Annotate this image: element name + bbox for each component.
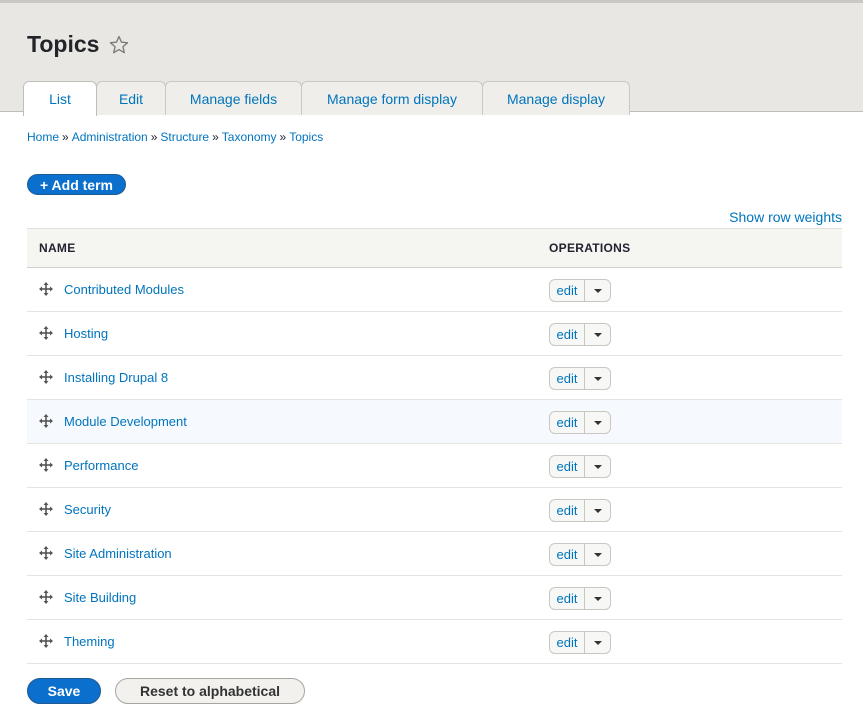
caret-down-icon [593,376,602,381]
breadcrumb: Home» Administration» Structure» Taxonomy» T… [27,130,323,144]
tab-manage-display[interactable]: Manage display [482,81,630,115]
breadcrumb-separator: » [150,130,158,144]
tab-edit-label: Edit [118,90,144,107]
operations-toggle[interactable] [585,500,610,521]
operations-toggle[interactable] [585,632,610,653]
table-row: Site Building edit [27,576,842,620]
drag-handle-icon[interactable] [39,502,53,516]
breadcrumb-taxonomy[interactable]: Taxonomy [222,130,277,144]
edit-button[interactable]: edit [550,324,585,345]
breadcrumb-topics[interactable]: Topics [289,130,323,144]
breadcrumb-structure[interactable]: Structure [160,130,209,144]
edit-button[interactable]: edit [550,280,585,301]
operations-dropbutton: edit [549,323,611,346]
caret-down-icon [593,596,602,601]
operations-dropbutton: edit [549,499,611,522]
tab-edit[interactable]: Edit [96,81,166,115]
table-row: Module Development edit [27,400,842,444]
table-row: Performance edit [27,444,842,488]
table-row: Hosting edit [27,312,842,356]
add-term-button[interactable]: + Add term [27,174,126,195]
table-row: Installing Drupal 8 edit [27,356,842,400]
reset-alphabetical-button[interactable]: Reset to alphabetical [115,678,305,704]
caret-down-icon [593,288,602,293]
breadcrumb-separator: » [279,130,287,144]
edit-button[interactable]: edit [550,456,585,477]
operations-dropbutton: edit [549,367,611,390]
column-header-operations: OPERATIONS [549,241,631,255]
drag-handle-icon[interactable] [39,414,53,428]
term-link[interactable]: Site Administration [64,546,172,561]
table-row: Site Administration edit [27,532,842,576]
tab-manage-form-display[interactable]: Manage form display [301,81,483,115]
table-row: Security edit [27,488,842,532]
caret-down-icon [593,508,602,513]
page-title-text: Topics [27,31,100,57]
column-header-name: NAME [39,241,76,255]
edit-button[interactable]: edit [550,588,585,609]
term-link[interactable]: Performance [64,458,138,473]
drag-handle-icon[interactable] [39,326,53,340]
caret-down-icon [593,332,602,337]
primary-tabs: List Edit Manage fields Manage form disp… [23,81,630,116]
drag-handle-icon[interactable] [39,590,53,604]
drag-handle-icon[interactable] [39,458,53,472]
operations-dropbutton: edit [549,279,611,302]
terms-table: NAME OPERATIONS Contributed Modules edit… [27,228,842,664]
term-link[interactable]: Installing Drupal 8 [64,370,168,385]
table-row: Theming edit [27,620,842,664]
caret-down-icon [593,420,602,425]
operations-dropbutton: edit [549,411,611,434]
term-link[interactable]: Theming [64,634,115,649]
operations-dropbutton: edit [549,587,611,610]
tab-manage-form-display-label: Manage form display [327,90,457,107]
breadcrumb-separator: » [212,130,219,144]
drag-handle-icon[interactable] [39,282,53,296]
tab-manage-display-label: Manage display [506,90,606,107]
drag-handle-icon[interactable] [39,546,53,560]
term-link[interactable]: Hosting [64,326,108,341]
edit-button[interactable]: edit [550,368,585,389]
edit-button[interactable]: edit [550,500,585,521]
operations-toggle[interactable] [585,368,610,389]
tab-list-label: List [49,91,71,107]
show-row-weights-link[interactable]: Show row weights [729,209,842,225]
tab-list[interactable]: List [23,81,97,116]
drag-handle-icon[interactable] [39,634,53,648]
breadcrumb-administration[interactable]: Administration [72,130,148,144]
operations-toggle[interactable] [585,412,610,433]
caret-down-icon [593,552,602,557]
breadcrumb-separator: » [62,130,69,144]
term-link[interactable]: Security [64,502,111,517]
operations-dropbutton: edit [549,631,611,654]
page-header: Topics List Edit Manage fields Manage fo… [0,0,863,116]
operations-dropbutton: edit [549,455,611,478]
term-link[interactable]: Site Building [64,590,136,605]
table-row: Contributed Modules edit [27,268,842,312]
operations-dropbutton: edit [549,543,611,566]
edit-button[interactable]: edit [550,412,585,433]
star-icon[interactable] [108,34,130,56]
tab-manage-fields[interactable]: Manage fields [165,81,302,115]
operations-toggle[interactable] [585,544,610,565]
operations-toggle[interactable] [585,324,610,345]
caret-down-icon [593,640,602,645]
breadcrumb-home[interactable]: Home [27,130,59,144]
tab-manage-fields-label: Manage fields [189,90,278,107]
drag-handle-icon[interactable] [39,370,53,384]
page-title: Topics [27,31,130,58]
operations-toggle[interactable] [585,588,610,609]
operations-toggle[interactable] [585,456,610,477]
save-button[interactable]: Save [27,678,101,704]
edit-button[interactable]: edit [550,632,585,653]
edit-button[interactable]: edit [550,544,585,565]
term-link[interactable]: Contributed Modules [64,282,184,297]
operations-toggle[interactable] [585,280,610,301]
caret-down-icon [593,464,602,469]
term-link[interactable]: Module Development [64,414,187,429]
table-header: NAME OPERATIONS [27,228,842,268]
